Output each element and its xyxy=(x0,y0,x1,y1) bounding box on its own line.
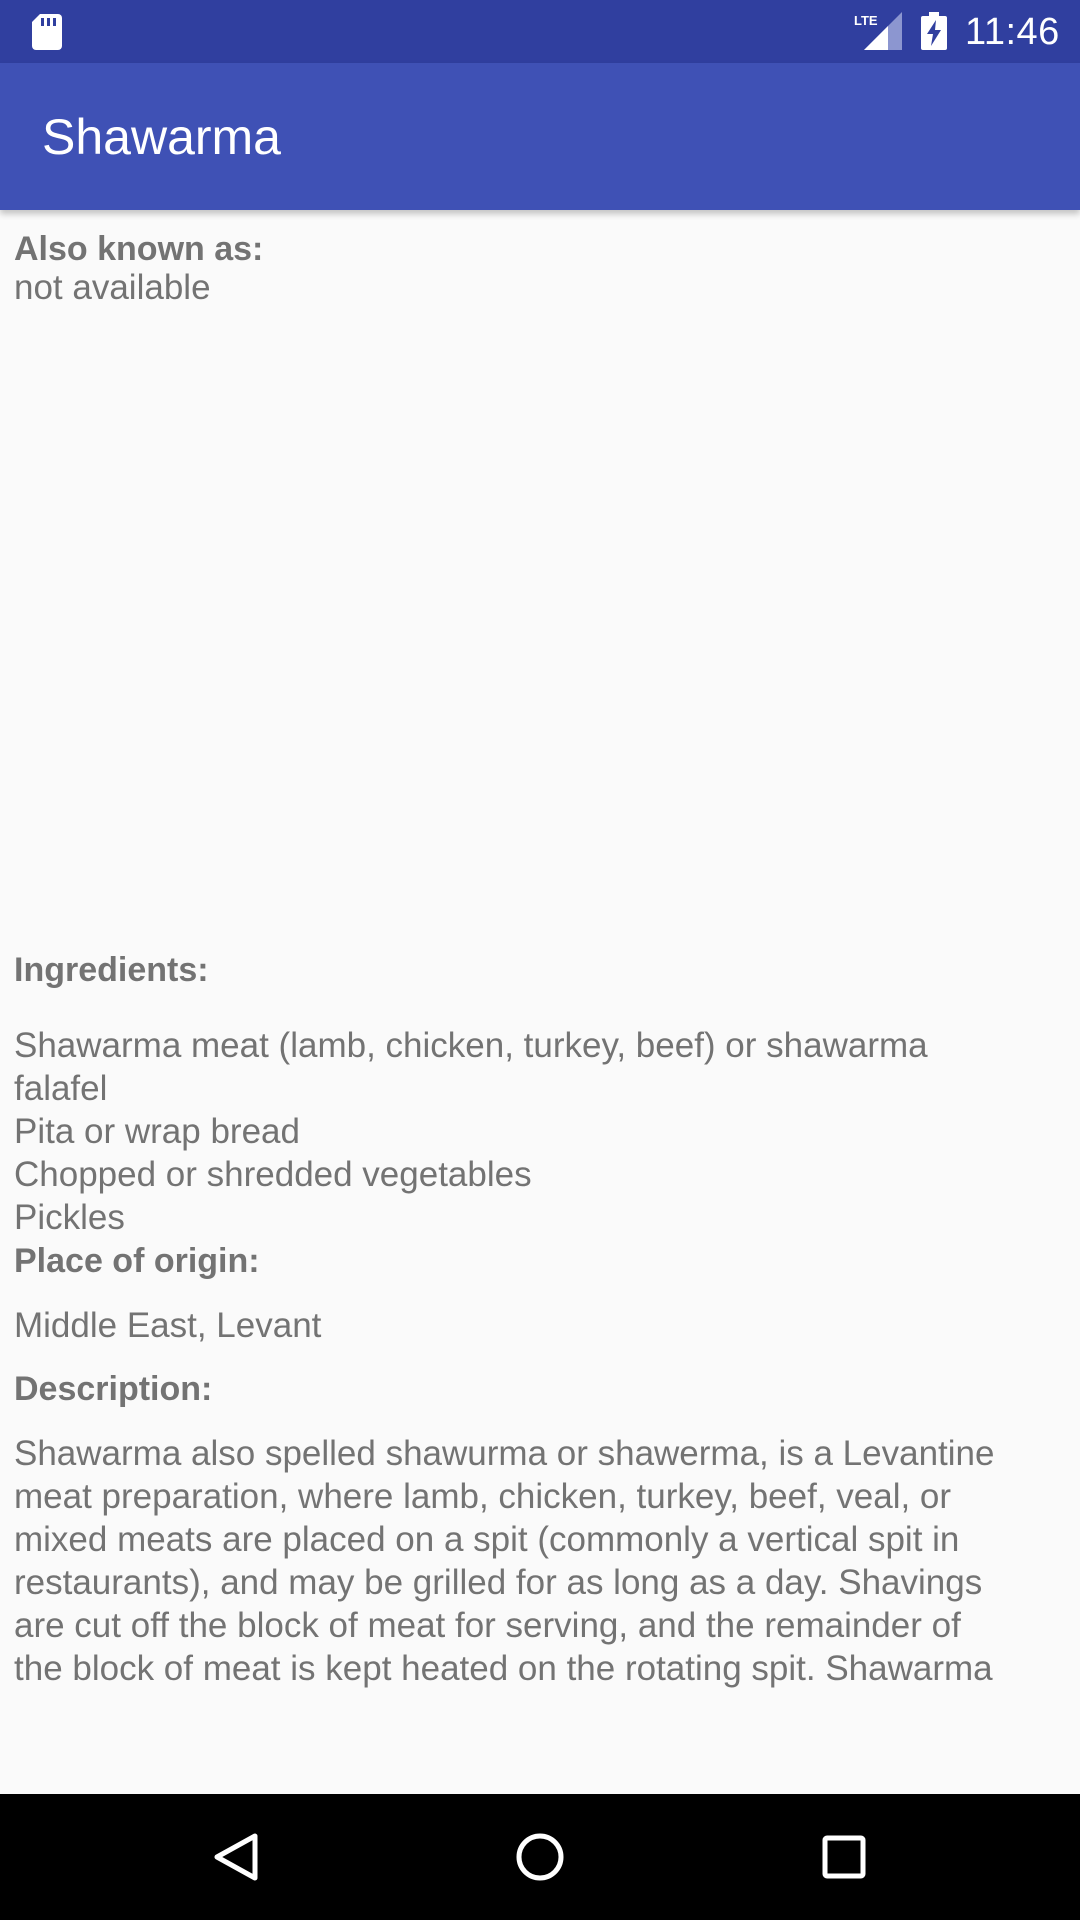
navigation-bar xyxy=(0,1794,1080,1920)
place-of-origin-label: Place of origin: xyxy=(14,1242,260,1280)
description-label: Description: xyxy=(14,1370,213,1408)
page-title: Shawarma xyxy=(42,109,281,165)
ingredient-line: Pita or wrap bread xyxy=(14,1112,300,1151)
description-line: are cut off the block of meat for servin… xyxy=(14,1606,961,1645)
home-button[interactable] xyxy=(505,1822,575,1892)
app-bar: Shawarma xyxy=(0,63,1080,210)
ingredient-line: Chopped or shredded vegetables xyxy=(14,1155,532,1194)
status-clock: 11:46 xyxy=(965,11,1060,53)
back-icon xyxy=(214,1833,258,1881)
description-line: the block of meat is kept heated on the … xyxy=(14,1649,993,1688)
description-line: restaurants), and may be grilled for as … xyxy=(14,1563,983,1602)
home-icon xyxy=(516,1833,564,1881)
ingredient-line: falafel xyxy=(14,1069,108,1108)
description-value: Shawarma also spelled shawurma or shawer… xyxy=(14,1432,1059,1690)
ingredients-value: Shawarma meat (lamb, chicken, turkey, be… xyxy=(14,1024,1059,1239)
ingredients-label: Ingredients: xyxy=(14,951,209,989)
status-bar: LTE 11:46 xyxy=(0,0,1080,63)
back-button[interactable] xyxy=(201,1822,271,1892)
ingredient-line: Pickles xyxy=(14,1198,125,1237)
recents-button[interactable] xyxy=(809,1822,879,1892)
ingredient-line: Shawarma meat (lamb, chicken, turkey, be… xyxy=(14,1026,928,1065)
also-known-as-value: not available xyxy=(14,268,211,307)
detail-content[interactable]: Also known as: not available Ingredients… xyxy=(14,210,1059,1794)
lte-signal-icon: LTE xyxy=(854,12,902,50)
lte-label: LTE xyxy=(854,13,878,28)
battery-charging-icon xyxy=(921,12,947,50)
sd-card-icon xyxy=(32,14,62,50)
screen: LTE 11:46 Shawarma Also known as: not av… xyxy=(0,0,1080,1920)
description-line: Shawarma also spelled shawurma or shawer… xyxy=(14,1434,995,1473)
description-line: meat preparation, where lamb, chicken, t… xyxy=(14,1477,952,1516)
description-line: mixed meats are placed on a spit (common… xyxy=(14,1520,960,1559)
place-of-origin-value: Middle East, Levant xyxy=(14,1306,322,1345)
recents-icon xyxy=(822,1835,866,1879)
also-known-as-label: Also known as: xyxy=(14,230,264,268)
